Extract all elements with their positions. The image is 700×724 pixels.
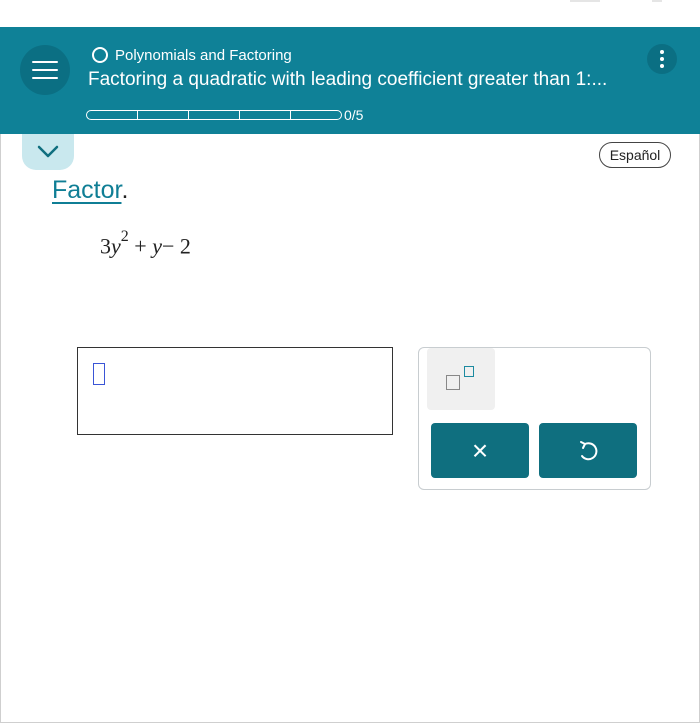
expr-variable: y (152, 233, 162, 259)
answer-input[interactable] (77, 347, 393, 435)
progress-segment (137, 110, 189, 120)
exponent-power-box (464, 366, 474, 377)
expr-coefficient: 3 (100, 233, 111, 259)
math-keypad: × (418, 347, 651, 490)
expr-variable: y (111, 233, 121, 259)
exponent-template-icon (446, 375, 460, 390)
expr-constant: 2 (179, 233, 191, 259)
expr-operator: − (161, 233, 175, 259)
language-button[interactable]: Español (599, 142, 671, 168)
topic-title: Polynomials and Factoring (115, 46, 292, 64)
progress-segment (188, 110, 240, 120)
top-strip (0, 0, 700, 27)
undo-button[interactable] (539, 423, 637, 478)
top-strip-mark (570, 0, 600, 2)
problem-instruction: Factor. (52, 176, 128, 205)
close-icon: × (471, 434, 489, 466)
problem-expression: 3y2 + y− 2 (100, 228, 191, 259)
progress-bar (86, 109, 342, 121)
undo-icon (580, 440, 598, 460)
instruction-word[interactable]: Factor (52, 176, 121, 204)
collapse-toggle[interactable] (22, 134, 74, 170)
progress-segment (239, 110, 291, 120)
top-strip-mark (652, 0, 662, 2)
lesson-title: Factoring a quadratic with leading coeff… (88, 69, 608, 90)
hamburger-icon (32, 61, 58, 79)
clear-button[interactable]: × (431, 423, 529, 478)
expr-exponent: 2 (120, 228, 129, 245)
progress-segment (86, 110, 138, 120)
expr-operator: + (134, 233, 147, 259)
more-options-button[interactable] (647, 44, 677, 74)
topic-row: Polynomials and Factoring (92, 46, 292, 64)
lesson-header: Polynomials and Factoring Factoring a qu… (0, 27, 700, 134)
topic-circle-icon (92, 47, 108, 63)
input-cursor-box (93, 363, 105, 385)
progress-count: 0/5 (344, 107, 364, 123)
chevron-down-icon (37, 145, 59, 158)
menu-button[interactable] (20, 45, 70, 95)
kebab-icon (660, 50, 664, 54)
instruction-punct: . (121, 176, 129, 204)
progress-segment (290, 110, 342, 120)
exponent-key[interactable] (427, 348, 495, 410)
